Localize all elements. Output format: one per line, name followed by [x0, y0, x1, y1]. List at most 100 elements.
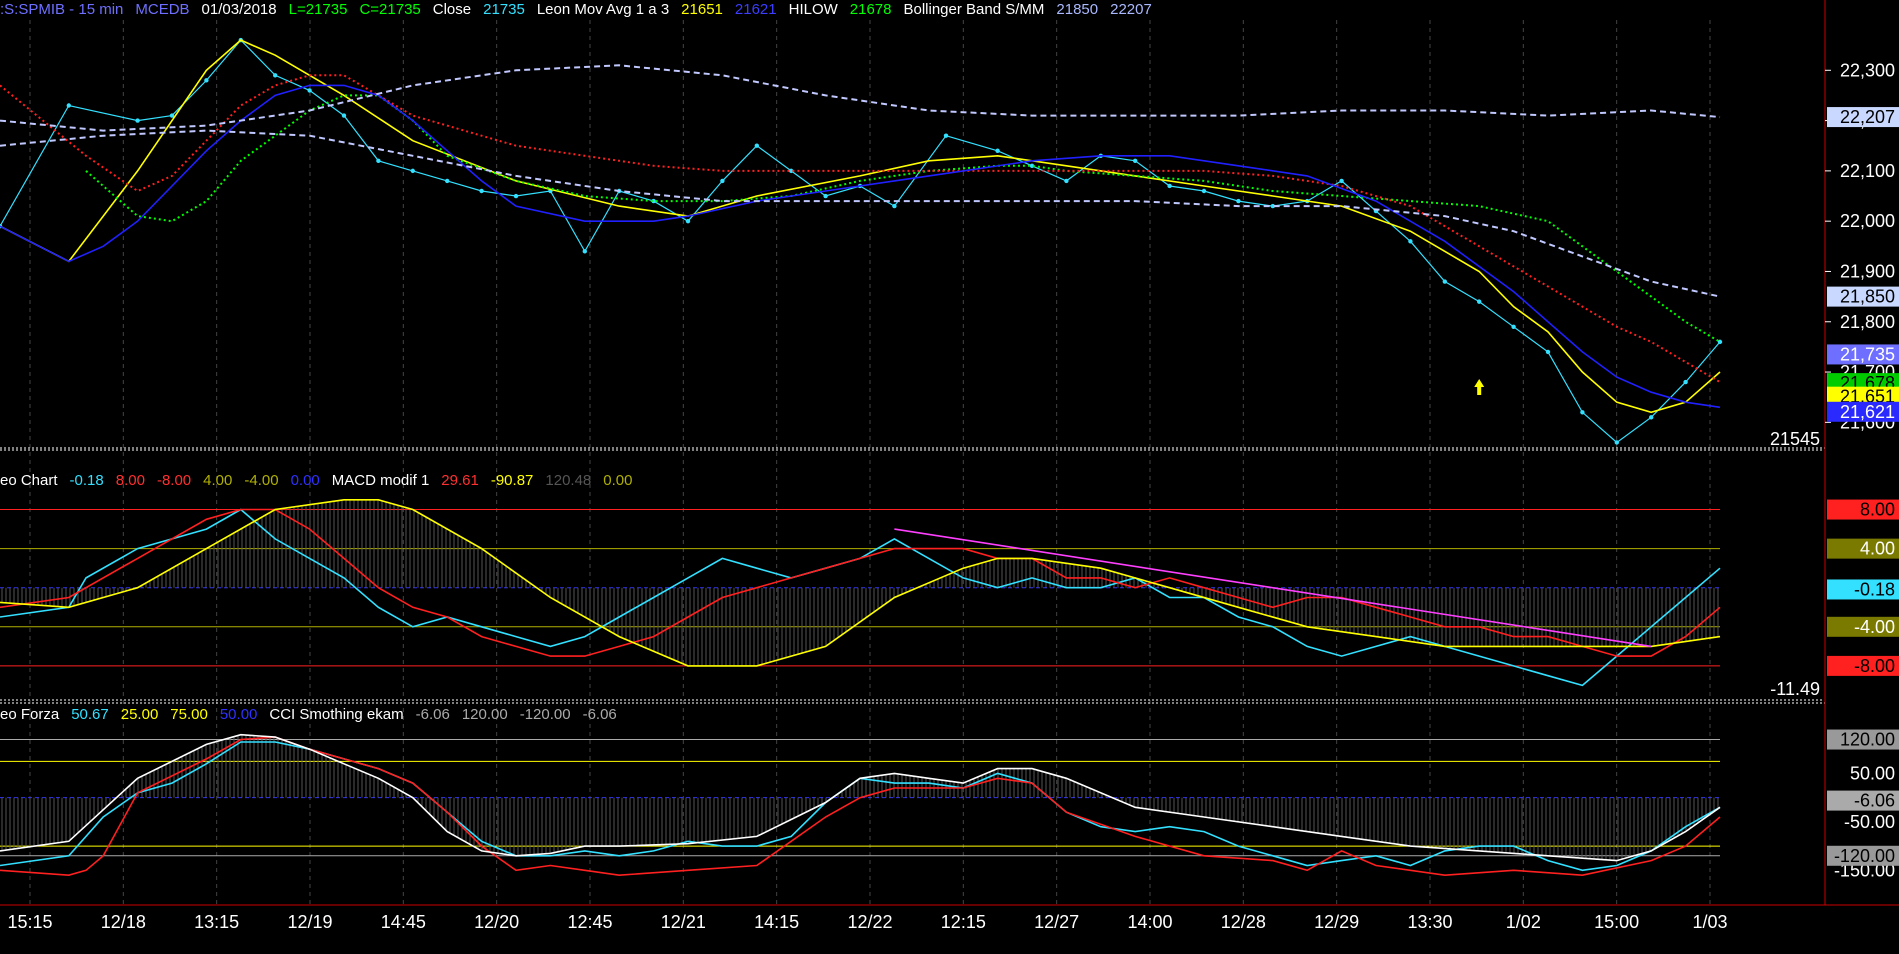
- legend-item: :S:SPMIB - 15 min: [0, 1, 123, 18]
- min-label: 21545: [1770, 429, 1820, 449]
- legend-item: 120.00: [462, 706, 508, 723]
- close-point: [376, 158, 381, 164]
- legend-item: 8.00: [116, 472, 145, 489]
- legend-item: 4.00: [203, 472, 232, 489]
- close-point: [1511, 324, 1516, 329]
- close-point: [1064, 178, 1069, 184]
- value-tag-label: -0.18: [1854, 579, 1895, 599]
- x-tick-label: 13:30: [1407, 912, 1452, 932]
- value-tag-label: -120.00: [1834, 846, 1895, 866]
- legend-item: 25.00: [121, 706, 159, 723]
- legend-item: -4.00: [244, 472, 278, 489]
- y-tick-label: 21,900: [1840, 261, 1895, 281]
- y-tick-label: -50.00: [1844, 812, 1895, 832]
- y-tick-label: 22,000: [1840, 211, 1895, 231]
- legend-item: MCEDB: [135, 1, 189, 18]
- legend-item: C=21735: [359, 1, 420, 18]
- close-point: [1167, 183, 1172, 189]
- x-tick-label: 12/29: [1314, 912, 1359, 932]
- x-tick-label: 12/20: [474, 912, 519, 932]
- close-point: [943, 133, 949, 138]
- x-tick-label: 15:15: [7, 912, 52, 932]
- legend-item: 120.48: [545, 472, 591, 489]
- legend-item: 0.00: [603, 472, 632, 489]
- close-point: [1339, 178, 1344, 184]
- value-tag-label: -8.00: [1854, 656, 1895, 676]
- legend-item: HILOW: [789, 1, 839, 18]
- y-tick-label: 22,300: [1840, 60, 1895, 80]
- x-tick-label: 12/22: [847, 912, 892, 932]
- value-tag-label: 21,850: [1840, 287, 1895, 307]
- legend-item: 75.00: [170, 706, 208, 723]
- chart-stage: 21545 -11.49 15:15 12/18 13:15 12/19 14:45 12…: [0, 0, 1899, 949]
- close-point: [135, 118, 140, 123]
- close-point: [1408, 239, 1413, 244]
- close-point: [66, 103, 72, 108]
- close-point: [204, 78, 209, 83]
- legend-item: 21651: [681, 1, 723, 18]
- x-tick-label: 12/28: [1221, 912, 1266, 932]
- value-tag-label: 22,207: [1840, 107, 1895, 127]
- x-tick-label: 12:45: [567, 912, 612, 932]
- legend-item: -120.00: [520, 706, 571, 723]
- legend-item: 29.61: [441, 472, 479, 489]
- legend-item: 50.00: [220, 706, 258, 723]
- close-point: [1649, 415, 1654, 420]
- y-tick-label: 22,100: [1840, 161, 1895, 181]
- legend-item: -6.06: [416, 706, 450, 723]
- x-tick-label: 12:15: [941, 912, 986, 932]
- legend-item: 21678: [850, 1, 892, 18]
- close-point: [1580, 410, 1585, 415]
- legend-item: -6.06: [583, 706, 617, 723]
- value-tag-label: 21,621: [1840, 402, 1895, 422]
- close-point: [1133, 158, 1138, 164]
- x-tick-label: 12/21: [661, 912, 706, 932]
- legend-item: 21850: [1056, 1, 1098, 18]
- x-tick-label: 14:00: [1127, 912, 1172, 932]
- x-tick-label: 12/27: [1034, 912, 1079, 932]
- close-point: [685, 218, 691, 224]
- x-tick-label: 12/19: [287, 912, 332, 932]
- value-tag-label: 8.00: [1860, 500, 1895, 520]
- close-point: [341, 113, 347, 118]
- close-point: [754, 143, 759, 148]
- legend-item: 01/03/2018: [202, 1, 277, 18]
- legend-item: 0.00: [291, 472, 320, 489]
- x-tick-label: 14:15: [754, 912, 799, 932]
- value-tag-label: -6.06: [1854, 791, 1895, 811]
- legend-item: CCI Smothing ekam: [269, 706, 403, 723]
- y-tick-label: 21,800: [1840, 312, 1895, 332]
- close-point: [410, 168, 415, 174]
- min-label: -11.49: [1770, 679, 1820, 699]
- legend-item: 21621: [735, 1, 777, 18]
- close-point: [1614, 440, 1620, 445]
- close-point: [1683, 379, 1688, 385]
- close-point: [307, 88, 312, 93]
- x-tick-label: 1/02: [1506, 912, 1541, 932]
- close-point: [1477, 299, 1482, 304]
- close-point: [995, 148, 1000, 153]
- legend-item: eo Forza: [0, 706, 60, 723]
- legend-item: -0.18: [70, 472, 104, 489]
- close-point: [892, 203, 897, 209]
- legend-item: eo Chart: [0, 472, 58, 489]
- value-tag-label: 21,735: [1840, 344, 1895, 364]
- legend-item: -8.00: [157, 472, 191, 489]
- legend-item: Bollinger Band S/MM: [904, 1, 1045, 18]
- legend-item: 21735: [483, 1, 525, 18]
- close-point: [513, 193, 519, 199]
- x-tick-label: 12/18: [101, 912, 146, 932]
- chart-svg[interactable]: 21545 -11.49 15:15 12/18 13:15 12/19 14:45 12…: [0, 0, 1899, 949]
- legend-item: L=21735: [289, 1, 348, 18]
- close-point: [445, 178, 450, 184]
- x-tick-label: 15:00: [1594, 912, 1639, 932]
- close-point: [1545, 349, 1551, 355]
- cci-legend: eo Forza 50.67 25.00 75.00 50.00 CCI Smothing…: [0, 706, 617, 723]
- legend-item: Leon Mov Avg 1 a 3: [537, 1, 669, 18]
- legend-item: 22207: [1110, 1, 1152, 18]
- x-tick-label: 1/03: [1692, 912, 1727, 932]
- close-point: [1236, 198, 1241, 204]
- close-point: [1201, 188, 1207, 194]
- value-tag-label: -4.00: [1854, 617, 1895, 637]
- y-tick-label: 50.00: [1850, 763, 1895, 783]
